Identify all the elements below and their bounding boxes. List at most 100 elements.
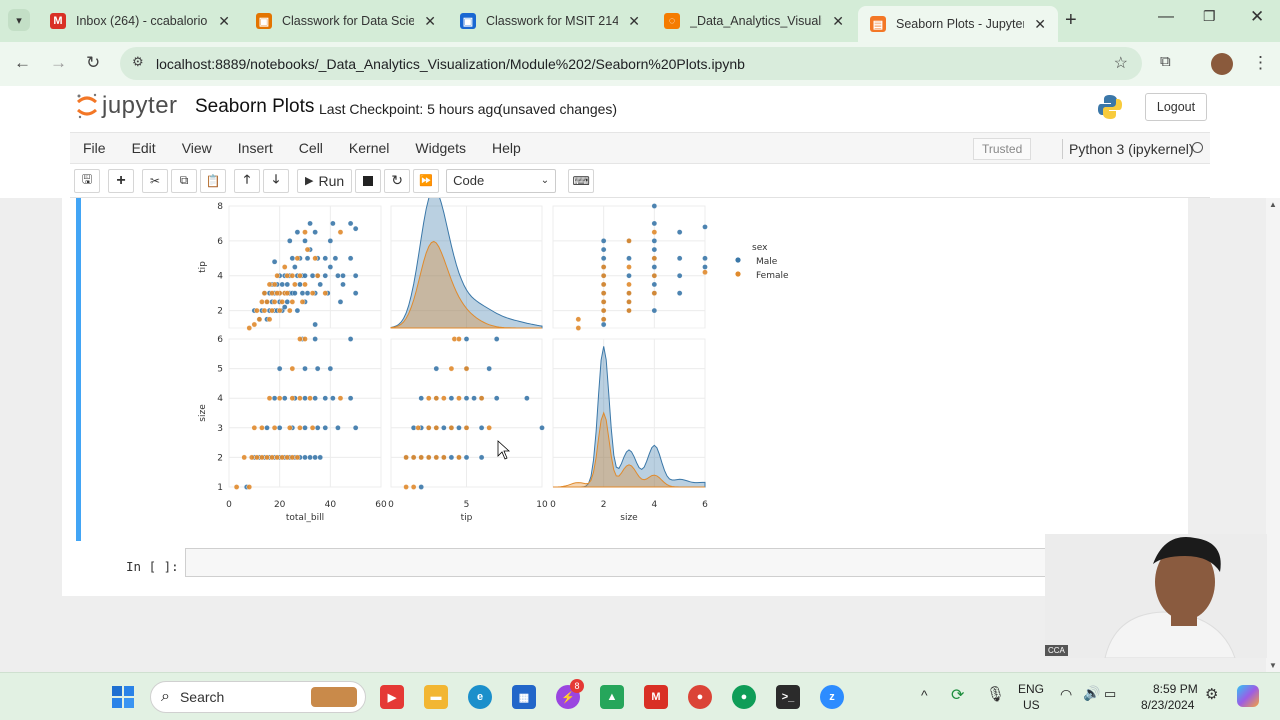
browser-tab[interactable]: ▣ Classwork for Data Scienc ✕ (244, 6, 448, 36)
battery-icon[interactable]: ▭ (1104, 686, 1116, 702)
scrollbar[interactable]: ▲ ▼ (1266, 198, 1280, 672)
forward-icon[interactable]: → (50, 53, 67, 73)
google-drive-icon[interactable]: ▲ (600, 685, 624, 709)
start-button[interactable] (112, 686, 134, 708)
save-button[interactable]: 🖫 (74, 168, 100, 193)
clock-date[interactable]: 8/23/2024 (1141, 698, 1194, 712)
scroll-down-icon[interactable]: ▼ (1269, 661, 1277, 670)
close-tab-icon[interactable]: ✕ (218, 13, 230, 30)
trusted-indicator[interactable]: Trusted (973, 138, 1032, 160)
tray-chevron-icon[interactable]: ^ (921, 687, 928, 703)
copy-button[interactable]: ⧉ (171, 168, 197, 193)
youtube-icon[interactable]: ▶ (380, 685, 404, 709)
minimize-button[interactable]: — (1158, 8, 1174, 26)
terminal-icon[interactable]: >_ (776, 685, 800, 709)
gmail-icon[interactable]: M (644, 685, 668, 709)
move-down-button[interactable]: 🡓 (263, 168, 289, 193)
browser-tab[interactable]: ◌ _Data_Analytics_Visualiza ✕ (652, 6, 856, 36)
lang-bottom[interactable]: US (1023, 698, 1040, 712)
microphone-icon[interactable]: 🎙 (986, 685, 1005, 703)
close-tab-icon[interactable]: ✕ (628, 13, 640, 30)
notifications-icon[interactable]: ⚙ (1205, 685, 1218, 703)
sync-icon[interactable]: ⟳ (951, 685, 964, 705)
bookmark-star-icon[interactable]: ☆ (1114, 53, 1128, 73)
calendar-icon[interactable]: ▦ (512, 685, 536, 709)
x-axis-label: tip (461, 513, 473, 523)
interrupt-button[interactable] (355, 168, 382, 193)
point-female (274, 454, 280, 461)
chrome-profile-icon[interactable]: ● (732, 685, 756, 709)
file-explorer-icon[interactable]: ▬ (424, 685, 448, 709)
run-button[interactable]: ▶ Run (297, 168, 353, 193)
point-male (676, 229, 683, 235)
menu-edit[interactable]: Edit (119, 140, 169, 156)
menu-kernel[interactable]: Kernel (336, 140, 402, 156)
browser-menu-icon[interactable]: ⋮ (1252, 53, 1269, 73)
close-tab-icon[interactable]: ✕ (832, 13, 844, 30)
point-male (312, 229, 318, 235)
cell-type-select[interactable]: Code ⌄ (446, 168, 557, 193)
menu-cell[interactable]: Cell (286, 140, 336, 156)
address-bar[interactable]: ⚙ localhost:8889/notebooks/_Data_Analyti… (120, 47, 1142, 80)
copilot-icon[interactable] (1237, 685, 1259, 707)
extensions-icon[interactable]: ⧉ (1160, 53, 1171, 70)
jupyter-header: jupyter Seaborn Plots Last Checkpoint: 5… (0, 86, 1280, 132)
back-icon[interactable]: ← (14, 53, 31, 73)
edge-icon[interactable]: e (468, 685, 492, 709)
point-female (575, 325, 582, 331)
menu-view[interactable]: View (169, 140, 225, 156)
paste-button[interactable]: 📋 (200, 168, 226, 193)
zoom-icon[interactable]: z (820, 685, 844, 709)
restore-button[interactable]: ❐ (1203, 8, 1216, 25)
clock-time[interactable]: 8:59 PM (1153, 682, 1198, 696)
x-tick-label: 0 (226, 500, 232, 510)
menu-file[interactable]: File (70, 140, 119, 156)
point-male (626, 272, 632, 279)
scroll-up-icon[interactable]: ▲ (1269, 200, 1277, 209)
point-female (626, 307, 632, 314)
cut-button[interactable]: ✂ (142, 168, 168, 193)
tab-search-dropdown[interactable]: ▾ (8, 9, 30, 31)
point-male (312, 454, 318, 461)
point-male (418, 484, 424, 490)
move-up-button[interactable]: 🡑 (234, 168, 260, 193)
browser-tab[interactable]: ▤ Seaborn Plots - Jupyter N ✕ (858, 6, 1058, 42)
restart-button[interactable]: ↻ (384, 168, 411, 193)
volume-icon[interactable]: 🔊 (1083, 685, 1100, 702)
wifi-icon[interactable]: ◠ (1060, 686, 1072, 703)
close-tab-icon[interactable]: ✕ (1034, 16, 1046, 33)
menu-widgets[interactable]: Widgets (402, 140, 479, 156)
point-female (302, 281, 308, 288)
browser-tab[interactable]: M Inbox (264) - ccabalorio@ ✕ (38, 6, 242, 36)
point-female (486, 424, 492, 431)
point-female (261, 307, 268, 314)
point-female (403, 454, 409, 461)
new-tab-button[interactable]: + (1065, 9, 1077, 32)
point-male (441, 424, 447, 431)
close-window-button[interactable]: ✕ (1250, 7, 1264, 27)
menu-help[interactable]: Help (479, 140, 534, 156)
point-female (284, 454, 291, 461)
logout-button[interactable]: Logout (1145, 93, 1207, 121)
point-female (626, 299, 632, 305)
close-tab-icon[interactable]: ✕ (424, 13, 436, 30)
notebook-title[interactable]: Seaborn Plots (195, 96, 314, 118)
lang-top[interactable]: ENG (1018, 682, 1044, 696)
code-input[interactable] (185, 548, 1045, 577)
point-female (289, 299, 296, 305)
menu-insert[interactable]: Insert (225, 140, 286, 156)
browser-tab[interactable]: ▣ Classwork for MSIT 214 D ✕ (448, 6, 652, 36)
point-male (330, 220, 336, 227)
command-palette-button[interactable]: ⌨ (568, 168, 595, 193)
profile-avatar[interactable] (1211, 53, 1233, 75)
taskbar-search[interactable]: ⌕ Search (150, 681, 366, 713)
site-info-icon[interactable]: ⚙ (132, 54, 144, 70)
kernel-name[interactable]: Python 3 (ipykernel) (1069, 141, 1194, 157)
insert-cell-button[interactable]: + (108, 168, 134, 193)
restart-run-all-button[interactable]: ⏩ (413, 168, 440, 193)
reload-icon[interactable]: ↻ (86, 53, 100, 73)
jupyter-logo[interactable]: jupyter (76, 92, 178, 120)
chrome-icon[interactable]: ● (688, 685, 712, 709)
copy-icon: ⧉ (179, 173, 189, 187)
point-female (292, 281, 298, 288)
